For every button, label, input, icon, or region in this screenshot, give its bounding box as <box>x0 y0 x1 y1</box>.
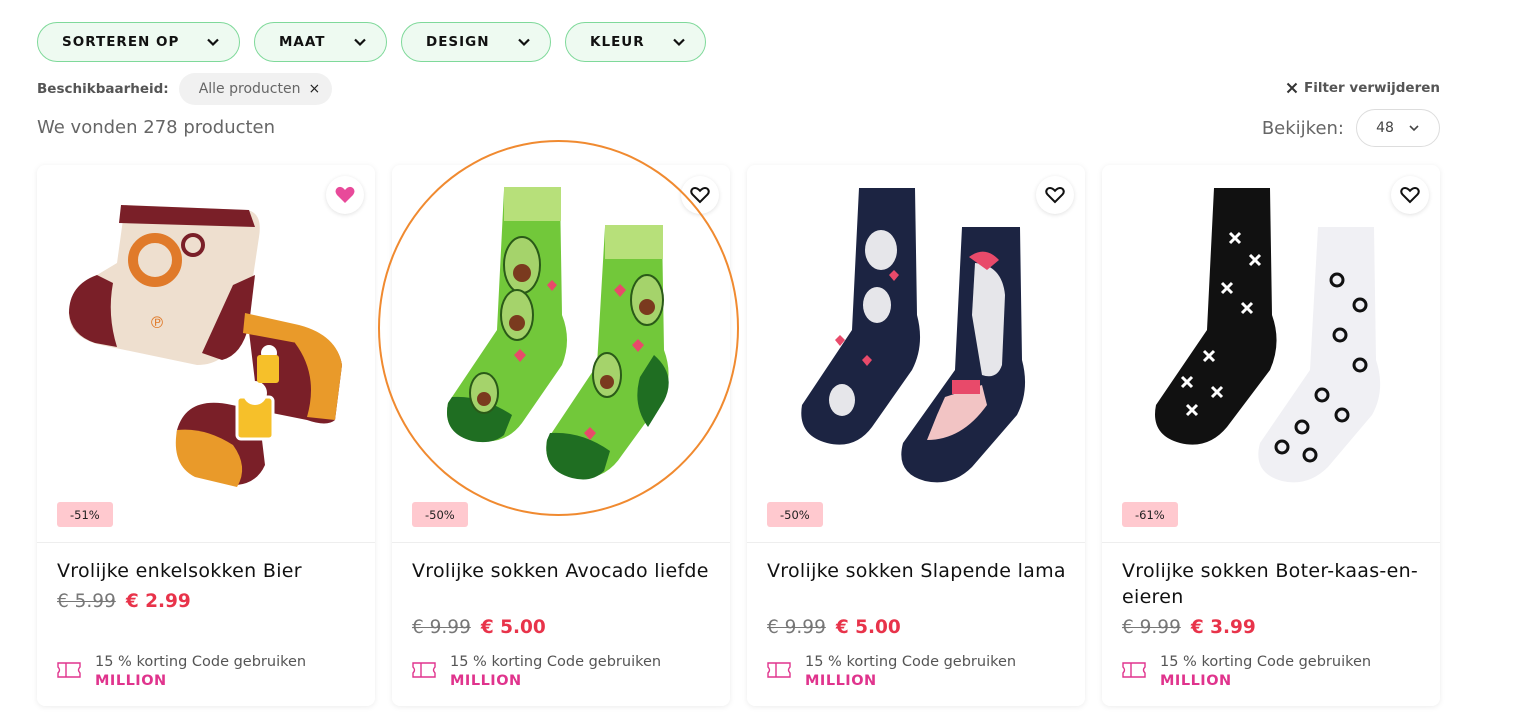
price-row: € 5.99 € 2.99 <box>57 591 191 612</box>
results-count: We vonden 278 producten <box>37 117 276 138</box>
product-card[interactable]: -61% Vrolijke sokken Boter-kaas-en-eiere… <box>1102 165 1440 706</box>
discount-badge: -50% <box>412 502 468 527</box>
product-card[interactable]: ℗ -51% Vrolijke enkelsokken Bier € 5.99 … <box>37 165 375 706</box>
favorite-button[interactable] <box>1391 176 1429 214</box>
size-filter-button[interactable]: MAAT <box>254 22 387 62</box>
per-page-select[interactable]: 48 <box>1356 109 1440 147</box>
chevron-down-icon <box>1409 125 1419 132</box>
product-card[interactable]: -50% Vrolijke sokken Slapende lama € 9.9… <box>747 165 1085 706</box>
discount-badge: -50% <box>767 502 823 527</box>
promo-code: MILLION <box>450 673 522 689</box>
sale-price: € 3.99 <box>1190 617 1256 638</box>
promo-block: 15 % korting Code gebruiken MILLION <box>57 653 306 691</box>
product-title[interactable]: Vrolijke sokken Slapende lama <box>767 558 1067 584</box>
favorite-button[interactable] <box>681 176 719 214</box>
promo-code: MILLION <box>805 673 877 689</box>
promo-text: 15 % korting Code gebruiken <box>805 654 1017 670</box>
card-divider <box>392 542 730 543</box>
price-row: € 9.99 € 5.00 <box>412 617 546 638</box>
design-filter-label: DESIGN <box>426 34 490 50</box>
promo-text-block: 15 % korting Code gebruiken MILLION <box>450 653 661 691</box>
per-page-value: 48 <box>1376 120 1394 136</box>
filter-bar: SORTEREN OP MAAT DESIGN KLEUR <box>37 22 706 62</box>
svg-text:℗: ℗ <box>149 313 165 332</box>
sort-filter-button[interactable]: SORTEREN OP <box>37 22 240 62</box>
sale-price: € 5.00 <box>835 617 901 638</box>
product-card[interactable]: -50% Vrolijke sokken Avocado liefde € 9.… <box>392 165 730 706</box>
favorite-button[interactable] <box>326 176 364 214</box>
heart-outline-icon <box>690 187 710 204</box>
promo-text-block: 15 % korting Code gebruiken MILLION <box>1160 653 1371 691</box>
ticket-icon <box>1122 662 1146 678</box>
promo-text: 15 % korting Code gebruiken <box>450 654 662 670</box>
chevron-down-icon <box>518 38 530 47</box>
product-image[interactable]: ℗ <box>37 165 375 543</box>
promo-text: 15 % korting Code gebruiken <box>95 654 307 670</box>
heart-outline-icon <box>1400 187 1420 204</box>
product-title[interactable]: Vrolijke enkelsokken Bier <box>57 558 357 584</box>
promo-text-block: 15 % korting Code gebruiken MILLION <box>95 653 306 691</box>
color-filter-label: KLEUR <box>590 34 645 50</box>
product-image[interactable] <box>392 165 730 543</box>
promo-code: MILLION <box>95 673 167 689</box>
old-price: € 9.99 <box>767 617 826 638</box>
design-filter-button[interactable]: DESIGN <box>401 22 551 62</box>
product-title[interactable]: Vrolijke sokken Boter-kaas-en-eieren <box>1122 558 1422 610</box>
card-divider <box>1102 542 1440 543</box>
view-label: Bekijken: <box>1261 117 1344 139</box>
chevron-down-icon <box>354 38 366 47</box>
product-image[interactable] <box>747 165 1085 543</box>
remove-filter-button[interactable]: Filter verwijderen <box>1286 80 1440 96</box>
heart-outline-icon <box>1045 187 1065 204</box>
ticket-icon <box>412 662 436 678</box>
view-per-page: Bekijken: 48 <box>1262 109 1440 147</box>
availability-label: Beschikbaarheid: <box>37 81 169 97</box>
old-price: € 5.99 <box>57 591 116 612</box>
product-title[interactable]: Vrolijke sokken Avocado liefde <box>412 558 712 584</box>
ticket-icon <box>57 662 81 678</box>
price-row: € 9.99 € 5.00 <box>767 617 901 638</box>
availability-chip[interactable]: Alle producten × <box>178 73 333 105</box>
promo-code: MILLION <box>1160 673 1232 689</box>
promo-block: 15 % korting Code gebruiken MILLION <box>412 653 661 691</box>
promo-text: 15 % korting Code gebruiken <box>1160 654 1372 670</box>
card-divider <box>747 542 1085 543</box>
availability-chip-label: Alle producten <box>198 81 301 97</box>
product-image[interactable] <box>1102 165 1440 543</box>
color-filter-button[interactable]: KLEUR <box>565 22 706 62</box>
size-filter-label: MAAT <box>279 34 326 50</box>
promo-text-block: 15 % korting Code gebruiken MILLION <box>805 653 1016 691</box>
discount-badge: -61% <box>1122 502 1178 527</box>
promo-block: 15 % korting Code gebruiken MILLION <box>1122 653 1371 691</box>
ticket-icon <box>767 662 791 678</box>
promo-block: 15 % korting Code gebruiken MILLION <box>767 653 1016 691</box>
price-row: € 9.99 € 3.99 <box>1122 617 1256 638</box>
close-icon <box>1286 82 1298 94</box>
remove-filter-label: Filter verwijderen <box>1303 80 1440 96</box>
discount-badge: -51% <box>57 502 113 527</box>
old-price: € 9.99 <box>1122 617 1181 638</box>
sale-price: € 2.99 <box>125 591 191 612</box>
sale-price: € 5.00 <box>480 617 546 638</box>
chevron-down-icon <box>673 38 685 47</box>
chevron-down-icon <box>207 38 219 47</box>
sort-filter-label: SORTEREN OP <box>62 34 180 50</box>
product-grid: ℗ -51% Vrolijke enkelsokken Bier € 5.99 … <box>37 165 1440 706</box>
availability-filter: Beschikbaarheid: Alle producten × <box>37 73 333 105</box>
card-divider <box>37 542 375 543</box>
heart-filled-icon <box>335 186 355 203</box>
close-icon[interactable]: × <box>308 81 320 97</box>
old-price: € 9.99 <box>412 617 471 638</box>
favorite-button[interactable] <box>1036 176 1074 214</box>
